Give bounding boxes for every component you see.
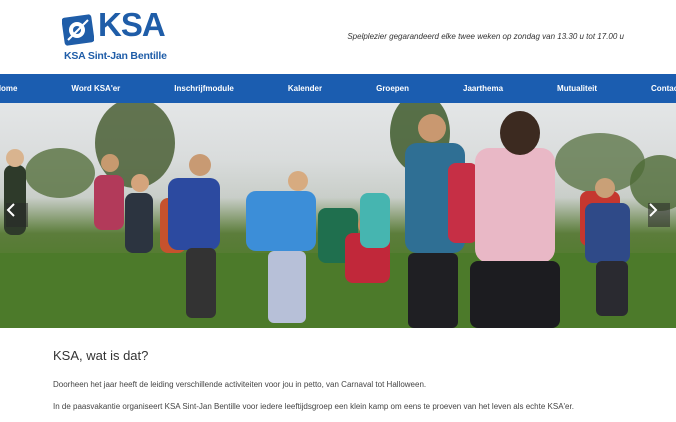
site-header: KSA KSA Sint-Jan Bentille Spelplezier ge… [0,0,676,74]
hero-slider [0,103,676,328]
camp-paragraph: In de paasvakantie organiseert KSA Sint-… [53,402,574,411]
ksa-emblem-icon [62,14,94,46]
slider-next-button[interactable] [648,203,670,227]
intro-paragraph: Doorheen het jaar heeft de leiding versc… [53,380,427,389]
nav-item-kalender[interactable]: Kalender [288,84,322,93]
nav-item-groepen[interactable]: Groepen [376,84,409,93]
nav-item-jaarthema[interactable]: Jaarthema [463,84,503,93]
logo-subtitle: KSA Sint-Jan Bentille [64,50,167,62]
nav-item-inschrijfmodule[interactable]: Inschrijfmodule [174,84,234,93]
chevron-right-icon [649,203,658,217]
nav-item-mutualiteit[interactable]: Mutualiteit [557,84,597,93]
main-content: KSA, wat is dat? Doorheen het jaar heeft… [0,328,676,422]
ksa-logo[interactable]: KSA KSA Sint-Jan Bentille [62,8,167,64]
logo-title: KSA [98,6,166,43]
nav-item-word-ksaer[interactable]: Word KSA'er [71,84,120,93]
section-heading: KSA, wat is dat? [53,348,149,363]
hero-photo [0,103,676,328]
slider-prev-button[interactable] [6,203,28,227]
nav-item-contact[interactable]: Contact [651,84,676,93]
header-tagline: Spelplezier gegarandeerd elke twee weken… [347,32,624,41]
chevron-left-icon [6,203,15,217]
main-navigation: Home Word KSA'er Inschrijfmodule Kalende… [0,74,676,103]
nav-item-home[interactable]: Home [0,84,17,93]
